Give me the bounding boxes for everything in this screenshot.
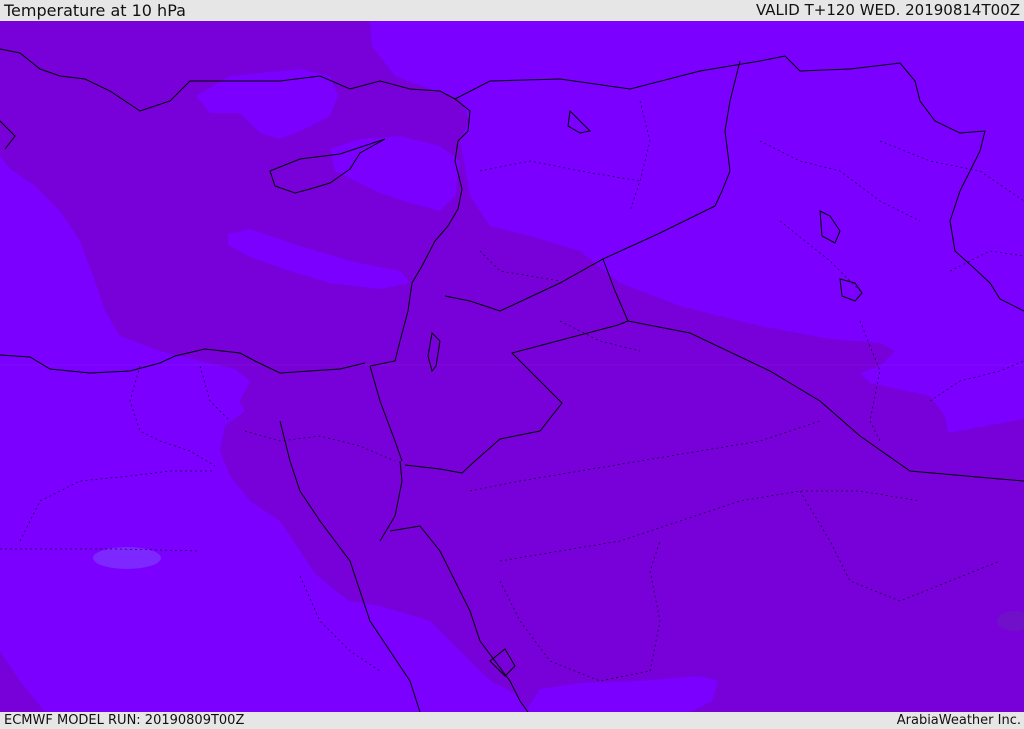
- map-footer: ECMWF MODEL RUN: 20190809T00Z ArabiaWeat…: [0, 712, 1024, 729]
- map-svg: [0, 21, 1024, 712]
- map-title: Temperature at 10 hPa: [4, 1, 186, 20]
- credit-label: ArabiaWeather Inc.: [896, 713, 1021, 728]
- map-header: Temperature at 10 hPa VALID T+120 WED. 2…: [0, 0, 1024, 21]
- valid-time-label: VALID T+120 WED. 20190814T00Z: [755, 1, 1020, 19]
- temperature-map: [0, 21, 1024, 712]
- light-patch-spot: [93, 547, 161, 569]
- model-run-label: ECMWF MODEL RUN: 20190809T00Z: [4, 713, 245, 728]
